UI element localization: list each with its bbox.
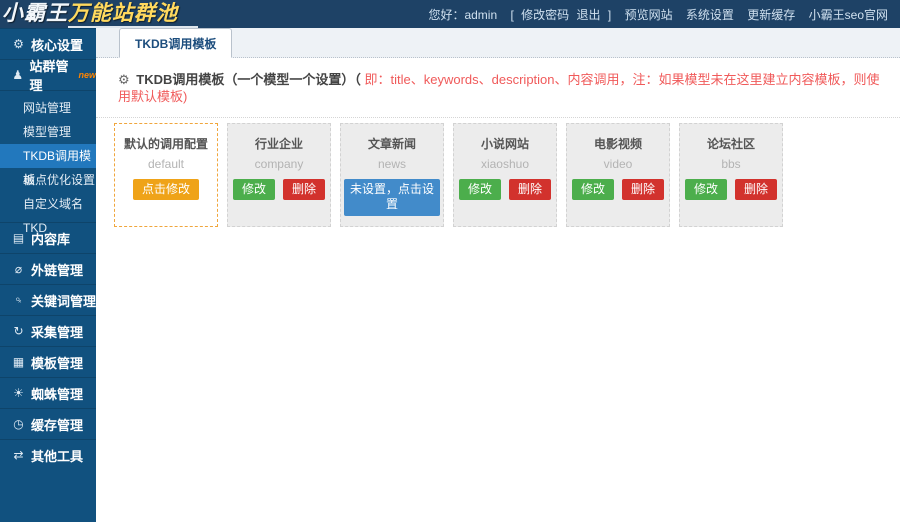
delete-button[interactable]: 删除 — [735, 179, 777, 201]
gear-icon: ⚙ — [11, 38, 26, 50]
sidebar-item-label: 关键词管理 — [31, 291, 96, 310]
search-icon: ♀ — [9, 290, 28, 309]
sidebar-item-label: 采集管理 — [31, 322, 83, 341]
card-bbs: 论坛社区 bbs 修改删除 — [679, 123, 783, 227]
submenu-item-site-optimization[interactable]: 站点优化设置 — [0, 168, 96, 192]
sidebar-item-label: 核心设置 — [31, 35, 83, 54]
edit-button[interactable]: 修改 — [233, 179, 275, 201]
delete-button[interactable]: 删除 — [283, 179, 325, 201]
document-icon: ▤ — [11, 232, 26, 244]
submenu-item-custom-domain-tkd[interactable]: 自定义域名TKD — [0, 192, 96, 216]
bracket-close: ] — [608, 8, 611, 22]
submenu-item-tkdb-template-active[interactable]: TKDB调用模板 — [0, 144, 96, 168]
delete-button[interactable]: 删除 — [622, 179, 664, 201]
card-default-config: 默认的调用配置 default 点击修改 — [114, 123, 218, 227]
official-site-link[interactable]: 小霸王seo官网 — [809, 8, 888, 22]
sidebar-item-templates[interactable]: ▦ 模板管理 — [0, 346, 96, 377]
not-set-click-setup-button[interactable]: 未设置，点击设置 — [344, 179, 440, 216]
card-xiaoshuo: 小说网站 xiaoshuo 修改删除 — [453, 123, 557, 227]
grid-icon: ▦ — [11, 356, 26, 368]
card-title: 默认的调用配置 — [118, 135, 214, 152]
sidebar-item-content-library[interactable]: ▤ 内容库 — [0, 222, 96, 253]
sidebar-item-label: 站群管理 — [30, 56, 77, 94]
card-code: xiaoshuo — [457, 157, 553, 171]
edit-button[interactable]: 修改 — [459, 179, 501, 201]
top-header-bar: 小霸王万能站群池 您好：admin [ 修改密码 退出 ] 预览网站 系统设置 … — [0, 0, 900, 28]
submenu-item-website-management[interactable]: 网站管理 — [0, 96, 96, 120]
card-company: 行业企业 company 修改删除 — [227, 123, 331, 227]
card-title: 文章新闻 — [344, 135, 440, 152]
sidebar-item-cache[interactable]: ◷ 缓存管理 — [0, 408, 96, 439]
new-badge: new — [78, 71, 96, 80]
sidebar-item-label: 蜘蛛管理 — [31, 384, 83, 403]
greeting-text: 您好：admin — [428, 8, 497, 22]
sidebar-item-collection[interactable]: ↻ 采集管理 — [0, 315, 96, 346]
refresh-icon: ↻ — [11, 325, 26, 337]
sidebar-item-core-settings[interactable]: ⚙ 核心设置 — [0, 28, 96, 59]
edit-button[interactable]: 修改 — [572, 179, 614, 201]
refresh-cache-link[interactable]: 更新缓存 — [747, 8, 795, 22]
card-code: news — [344, 157, 440, 171]
spider-icon: ☀ — [11, 387, 26, 399]
gear-icon: ⚙ — [118, 72, 130, 87]
section-header: ⚙ TKDB调用模板（一个模型一个设置）（ 即：title、keywords、d… — [96, 58, 900, 118]
sidebar-item-label: 外链管理 — [31, 260, 83, 279]
card-code: video — [570, 157, 666, 171]
sidebar-item-label: 缓存管理 — [31, 415, 83, 434]
sidebar-item-spider[interactable]: ☀ 蜘蛛管理 — [0, 377, 96, 408]
delete-button[interactable]: 删除 — [509, 179, 551, 201]
site-group-submenu: 网站管理 模型管理 TKDB调用模板 站点优化设置 自定义域名TKD — [0, 90, 96, 222]
template-cards: 默认的调用配置 default 点击修改 行业企业 company 修改删除 文… — [96, 118, 900, 227]
card-code: bbs — [683, 157, 779, 171]
clock-icon: ◷ — [11, 418, 26, 430]
tab-tkdb-template[interactable]: TKDB调用模板 — [119, 28, 232, 58]
sidebar-item-site-group[interactable]: ♟ 站群管理 new — [0, 59, 96, 90]
sidebar: ⚙ 核心设置 ♟ 站群管理 new 网站管理 模型管理 TKDB调用模板 站点优… — [0, 28, 96, 522]
logo-text-secondary: 万能站群池 — [68, 1, 204, 27]
card-news: 文章新闻 news 未设置，点击设置 — [340, 123, 444, 227]
link-icon: ⌀ — [11, 263, 26, 275]
user-icon: ♟ — [11, 69, 25, 81]
tab-bar: TKDB调用模板 — [96, 28, 900, 58]
submenu-item-model-management[interactable]: 模型管理 — [0, 120, 96, 144]
change-password-link[interactable]: 修改密码 — [521, 8, 569, 22]
logout-link[interactable]: 退出 — [577, 8, 601, 22]
header-links: 您好：admin [ 修改密码 退出 ] 预览网站 系统设置 更新缓存 小霸王s… — [428, 6, 900, 23]
click-edit-button[interactable]: 点击修改 — [133, 179, 199, 201]
edit-button[interactable]: 修改 — [685, 179, 727, 201]
sidebar-item-keywords[interactable]: ♀ 关键词管理 — [0, 284, 96, 315]
app-logo: 小霸王万能站群池 — [0, 1, 204, 27]
shuffle-icon: ⇄ — [11, 449, 26, 461]
logo-text-primary: 小霸王 — [2, 2, 68, 25]
card-video: 电影视频 video 修改删除 — [566, 123, 670, 227]
sidebar-item-label: 模板管理 — [31, 353, 83, 372]
section-title: TKDB调用模板（一个模型一个设置）（ — [136, 72, 364, 87]
card-title: 行业企业 — [231, 135, 327, 152]
page-layout: ⚙ 核心设置 ♟ 站群管理 new 网站管理 模型管理 TKDB调用模板 站点优… — [0, 28, 900, 522]
card-title: 论坛社区 — [683, 135, 779, 152]
sidebar-item-label: 其他工具 — [31, 446, 83, 465]
card-code: default — [118, 157, 214, 171]
preview-site-link[interactable]: 预览网站 — [625, 8, 673, 22]
sidebar-item-label: 内容库 — [31, 229, 70, 248]
card-title: 电影视频 — [570, 135, 666, 152]
main-content: TKDB调用模板 ⚙ TKDB调用模板（一个模型一个设置）（ 即：title、k… — [96, 28, 900, 522]
card-code: company — [231, 157, 327, 171]
system-settings-link[interactable]: 系统设置 — [686, 8, 734, 22]
sidebar-item-external-links[interactable]: ⌀ 外链管理 — [0, 253, 96, 284]
sidebar-item-other-tools[interactable]: ⇄ 其他工具 — [0, 439, 96, 470]
card-title: 小说网站 — [457, 135, 553, 152]
bracket-open: [ — [510, 8, 513, 22]
